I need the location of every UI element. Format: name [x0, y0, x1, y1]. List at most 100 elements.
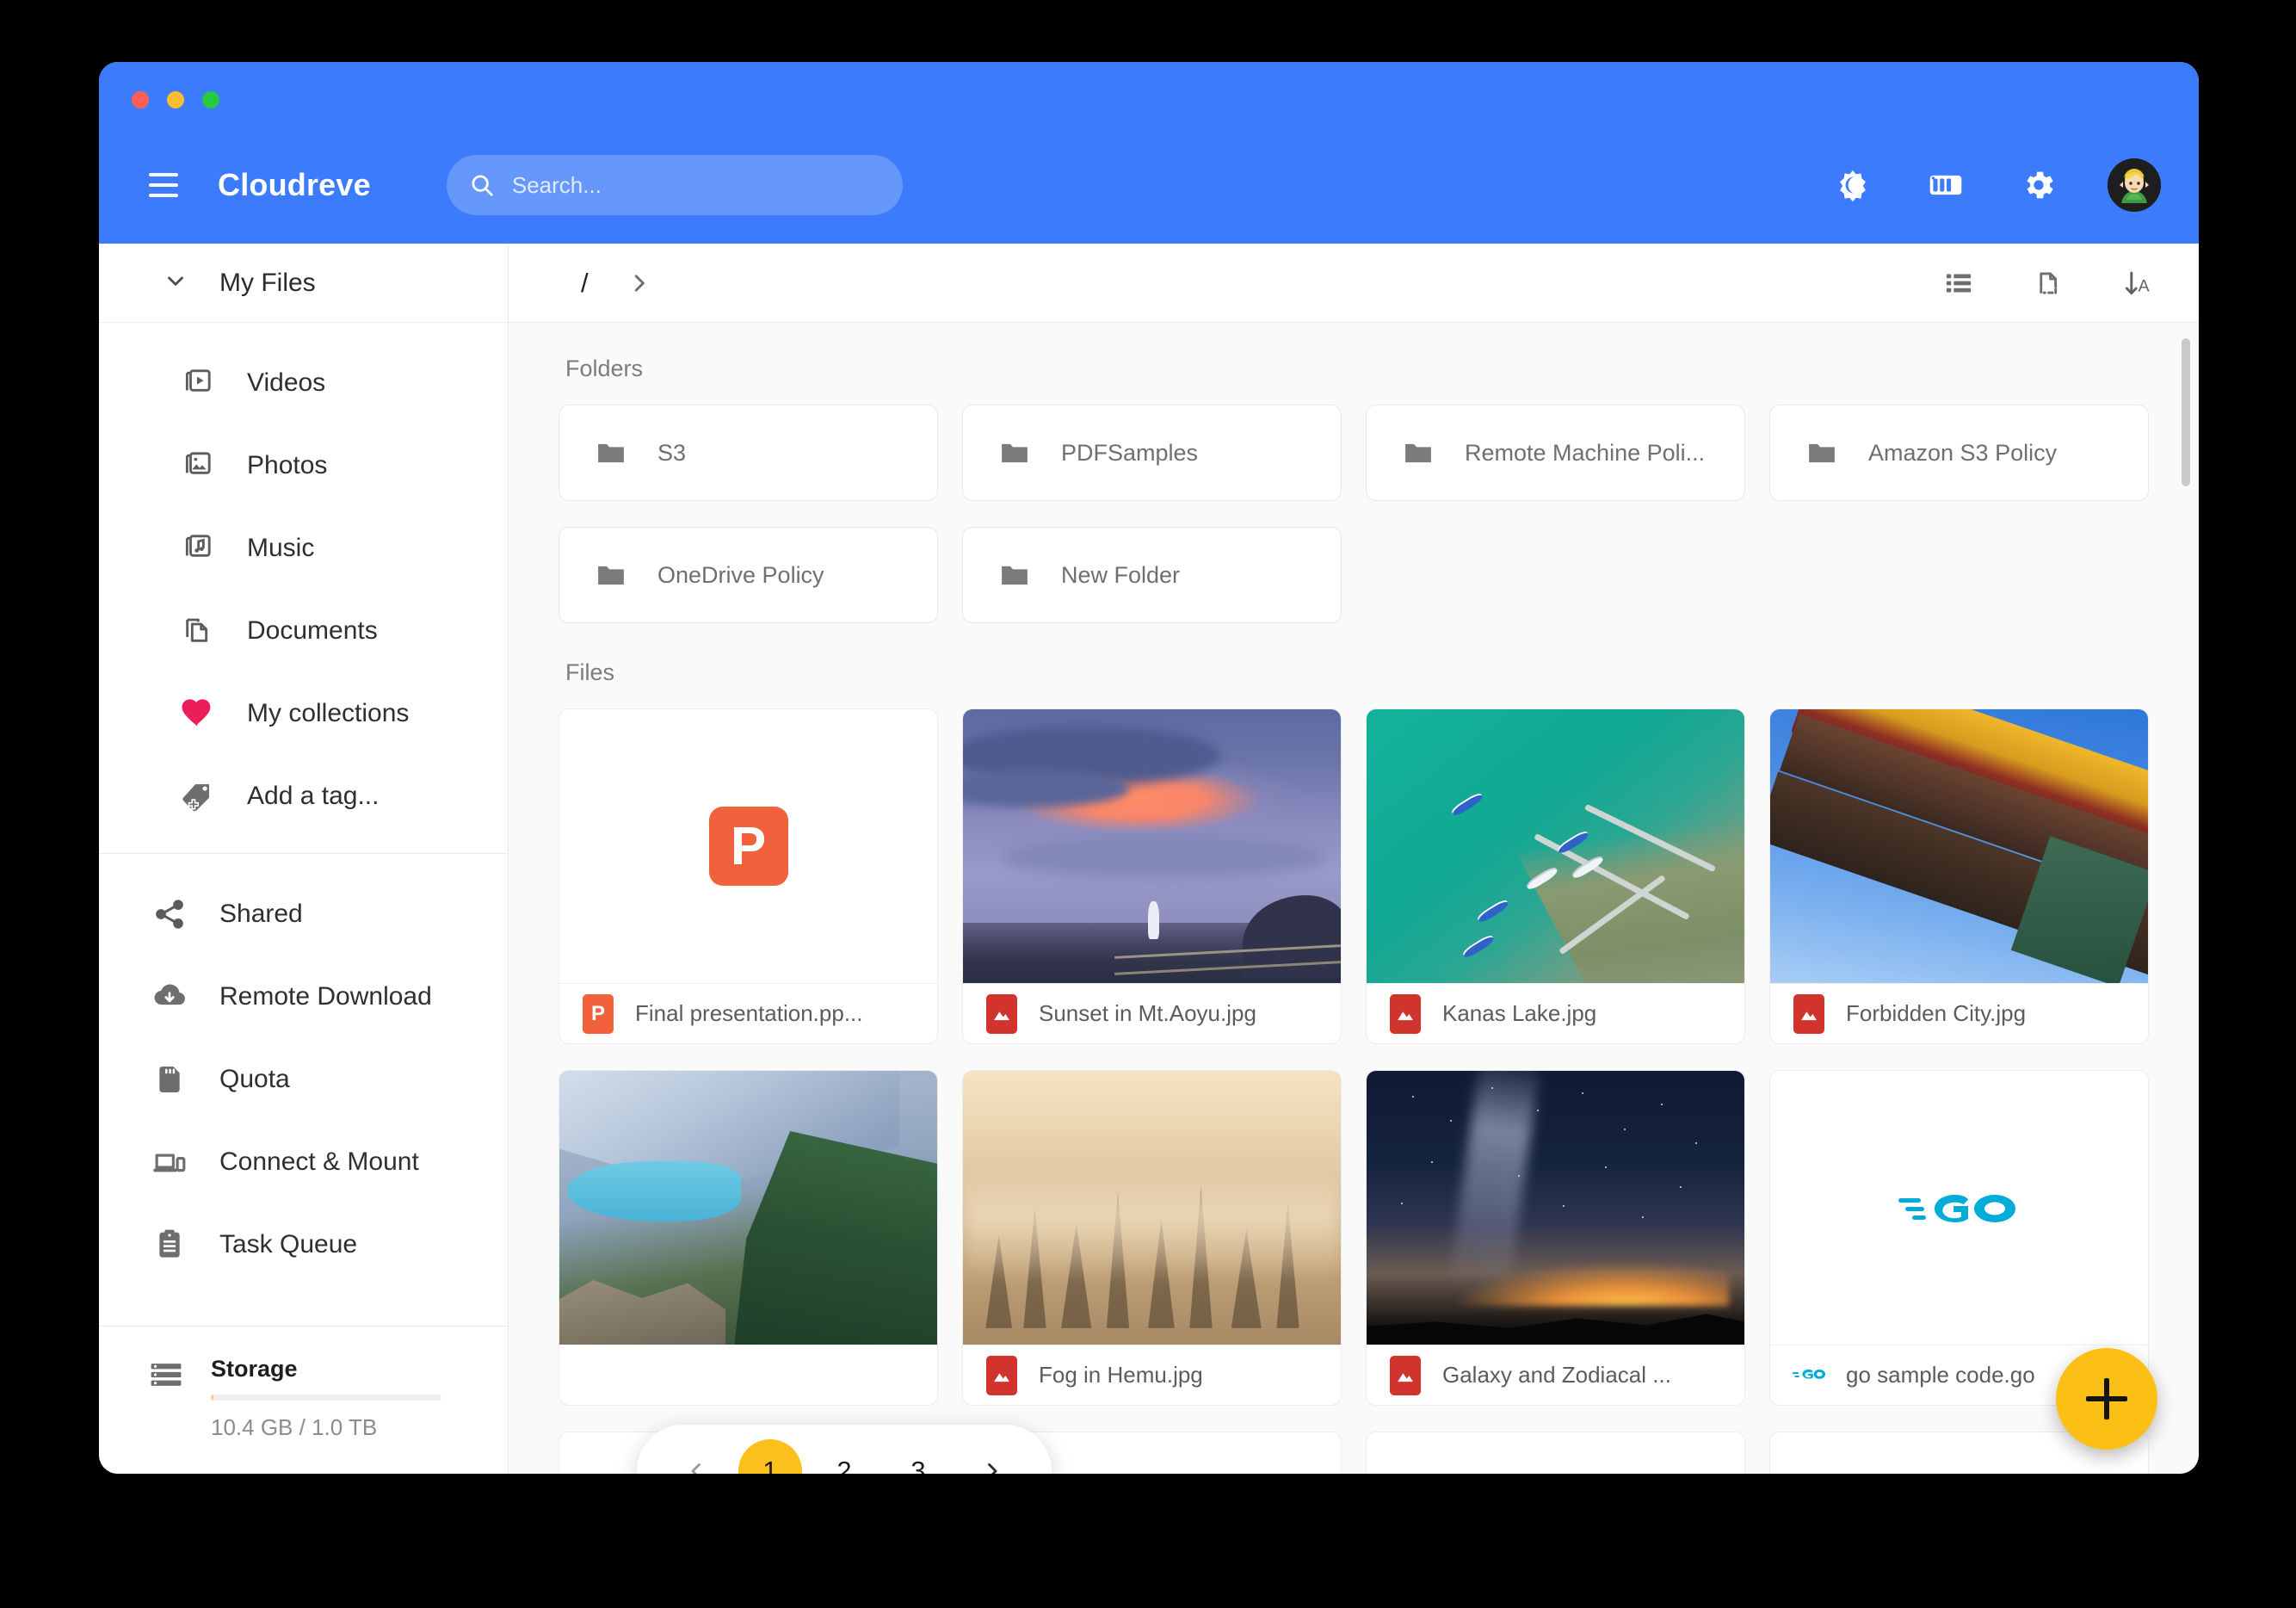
powerpoint-icon: P [582, 993, 614, 1034]
sidebar-item-label: Task Queue [219, 1230, 358, 1259]
file-card[interactable]: Fog in Hemu.jpg [962, 1070, 1342, 1406]
folder-name: New Folder [1061, 561, 1181, 588]
brightness-moon-icon[interactable] [1829, 161, 1877, 209]
chevron-down-icon [163, 268, 188, 298]
storage-progress-bar [211, 1395, 441, 1401]
avatar[interactable] [2108, 158, 2161, 212]
app-window: Cloudreve Search... My Files Videos Phot… [99, 62, 2199, 1474]
aerial-lake-photo [1367, 709, 1744, 983]
image-icon [985, 1355, 1018, 1395]
add-tag-icon [178, 777, 216, 815]
sidebar-item-add-a-tag[interactable]: Add a tag... [99, 755, 508, 838]
file-name: Galaxy and Zodiacal ... [1442, 1362, 1671, 1388]
file-card[interactable]: Forbidden City.jpg [1769, 708, 2149, 1044]
storage-title: Storage [211, 1356, 298, 1382]
breadcrumb-root[interactable]: / [567, 264, 602, 302]
temple-roof-photo [1770, 709, 2148, 983]
app-toolbar: Cloudreve [99, 138, 2199, 232]
page-button-3[interactable]: 3 [886, 1439, 950, 1474]
clipboard-list-icon [151, 1226, 188, 1264]
sidebar-item-photos[interactable]: Photos [99, 424, 508, 507]
sidebar-secondary-group: Shared Remote Download Quota Connect & M… [99, 853, 508, 1302]
video-library-icon [178, 364, 216, 402]
search-input[interactable] [511, 171, 880, 199]
sidebar-item-label: Connect & Mount [219, 1147, 419, 1176]
search-box[interactable] [446, 155, 903, 215]
sidebar-item-shared[interactable]: Shared [99, 873, 508, 956]
folder-card[interactable]: Remote Machine Poli... [1366, 405, 1745, 501]
close-window-button[interactable] [132, 91, 149, 108]
file-name: Fog in Hemu.jpg [1039, 1362, 1203, 1388]
foggy-forest-photo [963, 1071, 1341, 1345]
appbar-actions [1829, 158, 2161, 212]
folder-card[interactable]: New Folder [962, 527, 1342, 623]
folder-icon [1399, 434, 1437, 472]
file-card[interactable] [559, 1070, 938, 1406]
scrollbar-thumb[interactable] [2182, 338, 2190, 486]
chevron-right-icon[interactable] [960, 1439, 1024, 1474]
file-card[interactable]: Galaxy and Zodiacal ... [1366, 1070, 1745, 1406]
app-title: Cloudreve [218, 167, 371, 202]
file-name: Final presentation.pp... [635, 1000, 863, 1026]
chevron-right-icon[interactable] [626, 270, 652, 296]
files-section-label: Files [565, 659, 615, 685]
sidebar-item-quota[interactable]: Quota [99, 1038, 508, 1121]
sidebar-root-label: My Files [219, 268, 316, 297]
image-icon [1793, 993, 1825, 1034]
dashed-file-icon[interactable] [2027, 262, 2070, 305]
minimize-window-button[interactable] [167, 91, 184, 108]
storage-bars-icon [147, 1356, 185, 1394]
server-rack-icon[interactable] [1922, 161, 1970, 209]
vertical-scrollbar[interactable] [2182, 338, 2190, 1474]
sidebar-item-label: My collections [247, 699, 410, 727]
chevron-left-icon[interactable] [664, 1439, 728, 1474]
file-grid: P P Final presentation.pp... Sunset in M… [559, 708, 2149, 1474]
file-card[interactable]: Kanas Lake.jpg [1366, 708, 1745, 1044]
add-button[interactable] [2056, 1348, 2157, 1450]
gear-icon[interactable] [2015, 161, 2063, 209]
file-browser-scroll-area[interactable]: Folders S3 PDFSamples Remote Machine Pol… [509, 323, 2199, 1474]
window-controls [132, 91, 219, 108]
sidebar-item-connect-and-mount[interactable]: Connect & Mount [99, 1121, 508, 1203]
file-name: Forbidden City.jpg [1846, 1000, 2027, 1026]
folder-name: Amazon S3 Policy [1868, 439, 2058, 466]
pagination: 1 2 3 [637, 1425, 1052, 1474]
folder-icon [996, 434, 1034, 472]
page-button-1[interactable]: 1 [738, 1439, 802, 1474]
sidebar-item-remote-download[interactable]: Remote Download [99, 956, 508, 1038]
cloud-download-icon [151, 978, 188, 1016]
sd-card-icon [151, 1061, 188, 1098]
file-name-row-obscured [559, 1345, 937, 1405]
folder-card[interactable]: S3 [559, 405, 938, 501]
folders-section-label: Folders [565, 356, 644, 381]
file-card[interactable]: Sunset in Mt.Aoyu.jpg [962, 708, 1342, 1044]
folder-card[interactable]: PDFSamples [962, 405, 1342, 501]
folder-card[interactable]: Amazon S3 Policy [1769, 405, 2149, 501]
page-button-2[interactable]: 2 [812, 1439, 876, 1474]
sidebar-item-task-queue[interactable]: Task Queue [99, 1203, 508, 1286]
sidebar-item-label: Videos [247, 368, 326, 397]
folder-icon [592, 434, 630, 472]
sidebar-item-videos[interactable]: Videos [99, 342, 508, 424]
hamburger-menu-icon[interactable] [132, 153, 195, 217]
storage-summary[interactable]: Storage 10.4 GB / 1.0 TB [99, 1326, 508, 1474]
sidebar-item-documents[interactable]: Documents [99, 590, 508, 672]
image-icon [1389, 1355, 1422, 1395]
list-view-icon[interactable] [1937, 262, 1980, 305]
sidebar-item-label: Add a tag... [247, 782, 380, 810]
file-card[interactable]: P P Final presentation.pp... [559, 708, 938, 1044]
sidebar-item-music[interactable]: Music [99, 507, 508, 590]
photo-library-icon [178, 447, 216, 485]
sidebar-root-my-files[interactable]: My Files [99, 244, 508, 323]
maximize-window-button[interactable] [202, 91, 219, 108]
share-icon [151, 895, 188, 933]
sidebar-item-label: Music [247, 534, 315, 562]
go-icon [1898, 1195, 2015, 1222]
folder-name: S3 [657, 439, 687, 466]
go-logo-placeholder [1770, 1071, 2148, 1345]
folder-card[interactable]: OneDrive Policy [559, 527, 938, 623]
file-card[interactable] [1366, 1432, 1745, 1474]
sort-az-icon[interactable]: A [2116, 262, 2159, 305]
sidebar-item-my-collections[interactable]: My collections [99, 672, 508, 755]
mountain-lake-photo [559, 1071, 937, 1345]
